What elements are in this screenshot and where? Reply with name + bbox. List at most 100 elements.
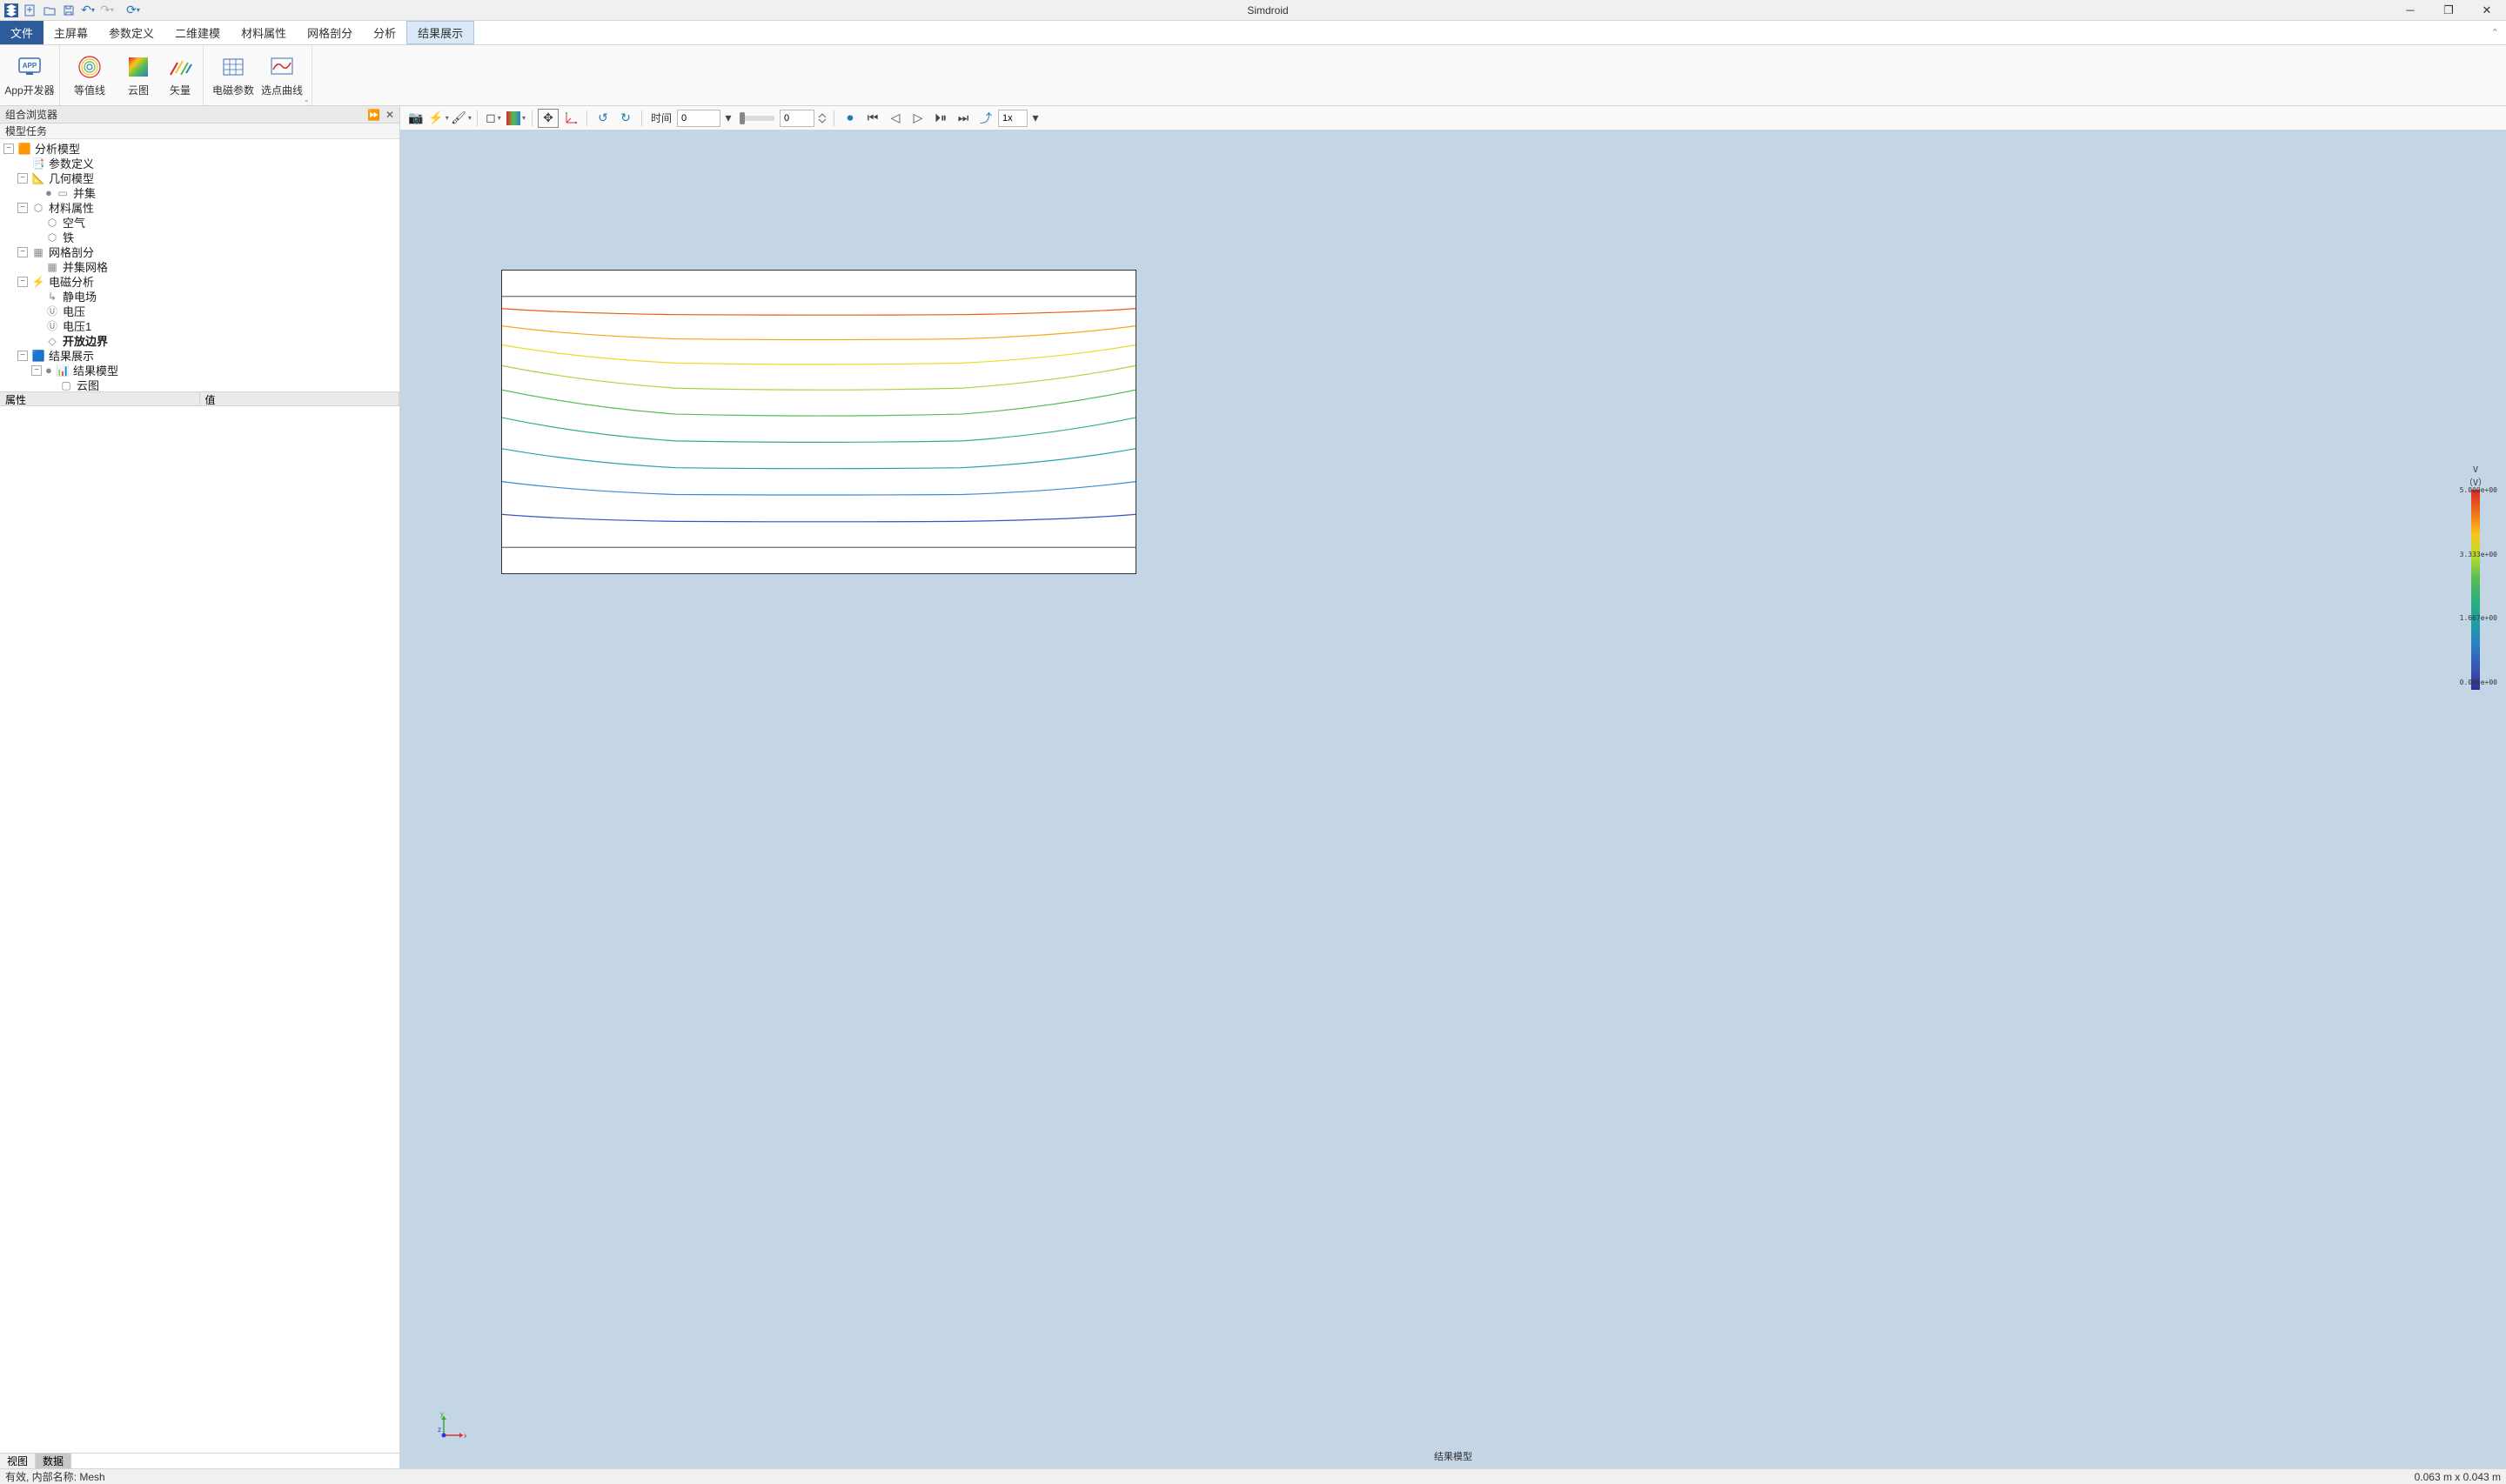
rotate-left-icon[interactable]: ↺: [593, 109, 613, 128]
tree-item[interactable]: ↳静电场: [0, 289, 399, 304]
tab-2d-modeling[interactable]: 二维建模: [164, 21, 231, 44]
group-expand-icon[interactable]: ⌄: [303, 95, 310, 104]
tree-item[interactable]: Ⓤ电压: [0, 304, 399, 318]
left-panel: 组合浏览器 ⏩ ✕ 模型任务 −🟧分析模型📑参数定义−📐几何模型●▭并集−⬡材料…: [0, 106, 400, 1468]
tab-mesh[interactable]: 网格剖分: [297, 21, 363, 44]
frame-input[interactable]: [780, 110, 814, 127]
panel-title-text: 组合浏览器: [5, 107, 57, 122]
legend-ticks: 5.000e+00 3.333e+00 1.667e+00 0.000e+00: [2460, 486, 2497, 686]
time-input[interactable]: [677, 110, 720, 127]
brush-icon[interactable]: 🖌▾: [451, 109, 472, 128]
file-menu[interactable]: 文件: [0, 21, 44, 44]
time-dropdown-icon[interactable]: ▾: [722, 109, 734, 128]
tree-toggle-icon[interactable]: −: [17, 351, 28, 361]
tree-item[interactable]: Ⓤ电压1: [0, 318, 399, 333]
maximize-button[interactable]: ❐: [2429, 0, 2468, 21]
tree-item[interactable]: −📐几何模型: [0, 170, 399, 185]
contour-button[interactable]: 云图: [114, 49, 163, 102]
refresh-plot-icon[interactable]: ⚡▾: [428, 109, 449, 128]
time-slider[interactable]: [740, 116, 774, 121]
isoline-button[interactable]: 等值线: [65, 49, 114, 102]
next-frame-icon[interactable]: ⏵⏸: [930, 109, 951, 128]
panel-forward-icon[interactable]: ⏩: [367, 109, 380, 121]
viewport-label: 结果模型: [1434, 1449, 1472, 1463]
canvas[interactable]: x y z 结果模型 V （V） 5.000e+00 3.333e+00 1.6…: [400, 130, 2506, 1468]
point-curve-button[interactable]: 选点曲线: [258, 49, 306, 102]
close-button[interactable]: ✕: [2468, 0, 2506, 21]
play-icon[interactable]: ▷: [908, 109, 928, 128]
tab-main-screen[interactable]: 主屏幕: [44, 21, 98, 44]
isoline-plot: [502, 271, 1136, 573]
last-frame-icon[interactable]: ⏭: [953, 109, 974, 128]
redo-icon[interactable]: ↷▾: [99, 3, 115, 18]
refresh-icon[interactable]: ⟳▾: [125, 3, 141, 18]
speed-input[interactable]: [998, 110, 1028, 127]
vector-button[interactable]: 矢量: [163, 49, 198, 102]
prev-frame-icon[interactable]: ◁: [885, 109, 906, 128]
app-icon[interactable]: [3, 3, 19, 18]
panel-header: 组合浏览器 ⏩ ✕: [0, 106, 399, 124]
tree-item[interactable]: ▦并集网格: [0, 259, 399, 274]
tree-item[interactable]: ⬡铁: [0, 230, 399, 244]
axes-icon[interactable]: [560, 109, 581, 128]
tab-material-properties[interactable]: 材料属性: [231, 21, 297, 44]
first-frame-icon[interactable]: ⏮: [862, 109, 883, 128]
tree-toggle-icon[interactable]: −: [17, 277, 28, 287]
tab-parameter-definition[interactable]: 参数定义: [98, 21, 164, 44]
rotate-right-icon[interactable]: ↻: [615, 109, 636, 128]
tree-toggle-icon[interactable]: −: [31, 365, 42, 376]
tree-toggle-icon[interactable]: −: [17, 247, 28, 257]
tree-item[interactable]: −🟧分析模型: [0, 141, 399, 156]
ribbon-group-params: 电磁参数 选点曲线 ⌄: [204, 45, 312, 105]
cube-color-icon[interactable]: ▾: [506, 109, 526, 128]
new-icon[interactable]: [23, 3, 38, 18]
tab-view[interactable]: 视图: [0, 1454, 36, 1468]
ribbon-group-app: APP App开发器: [0, 45, 60, 105]
frame-stepper-icon[interactable]: [816, 109, 828, 128]
tree-item[interactable]: −⬡材料属性: [0, 200, 399, 215]
tree-item[interactable]: −⚡电磁分析: [0, 274, 399, 289]
model-tree[interactable]: −🟧分析模型📑参数定义−📐几何模型●▭并集−⬡材料属性⬡空气⬡铁−▦网格剖分▦并…: [0, 139, 399, 391]
export-icon[interactable]: ⤴: [975, 109, 996, 128]
tree-item[interactable]: ●▭并集: [0, 185, 399, 200]
tree-node-icon: ▢: [59, 378, 73, 392]
save-icon[interactable]: [61, 3, 77, 18]
tab-analysis[interactable]: 分析: [363, 21, 406, 44]
tab-data[interactable]: 数据: [36, 1454, 71, 1468]
tree-item[interactable]: ▢ 云图: [0, 378, 399, 391]
minimize-button[interactable]: ─: [2391, 0, 2429, 21]
app-developer-button[interactable]: APP App开发器: [5, 49, 54, 102]
em-params-button[interactable]: 电磁参数: [209, 49, 258, 102]
app-developer-label: App开发器: [4, 83, 54, 97]
speed-dropdown-icon[interactable]: ▾: [1029, 109, 1042, 128]
ribbon: APP App开发器 等值线 云图 矢量: [0, 45, 2506, 106]
tab-results[interactable]: 结果展示: [406, 21, 474, 44]
tree-item[interactable]: ⬡空气: [0, 215, 399, 230]
tree-item[interactable]: 📑参数定义: [0, 156, 399, 170]
tree-node-label: 云图: [77, 377, 99, 391]
camera-icon[interactable]: 📷: [405, 109, 426, 128]
panel-close-icon[interactable]: ✕: [385, 109, 394, 121]
tree-node-icon: ▦: [31, 245, 45, 259]
fit-view-icon[interactable]: ✥: [538, 109, 559, 128]
left-panel-tabs: 视图 数据: [0, 1453, 399, 1468]
cube-outline-icon[interactable]: ◻▾: [483, 109, 504, 128]
tree-node-icon: ▭: [56, 186, 70, 200]
tree-node-icon: ◇: [45, 334, 59, 348]
tree-item[interactable]: ◇开放边界: [0, 333, 399, 348]
tree-item[interactable]: −●📊结果模型: [0, 363, 399, 378]
viewport: 📷 ⚡▾ 🖌▾ ◻▾ ▾ ✥ ↺ ↻ 时间 ▾ ⏺ ⏮ ◁: [400, 106, 2506, 1468]
em-params-label: 电磁参数: [212, 83, 254, 97]
legend-title: V: [2454, 465, 2497, 475]
tree-toggle-icon[interactable]: −: [3, 144, 14, 154]
record-icon[interactable]: ⏺: [840, 109, 861, 128]
open-icon[interactable]: [42, 3, 57, 18]
ribbon-collapse-icon[interactable]: ⌃: [2484, 21, 2506, 44]
tree-node-icon: ⬡: [31, 201, 45, 215]
tree-toggle-icon[interactable]: −: [17, 203, 28, 213]
tree-toggle-icon[interactable]: −: [17, 173, 28, 184]
tree-item[interactable]: −▦网格剖分: [0, 244, 399, 259]
undo-icon[interactable]: ↶▾: [80, 3, 96, 18]
tree-node-icon: ⚡: [31, 275, 45, 289]
tree-item[interactable]: −🟦结果展示: [0, 348, 399, 363]
